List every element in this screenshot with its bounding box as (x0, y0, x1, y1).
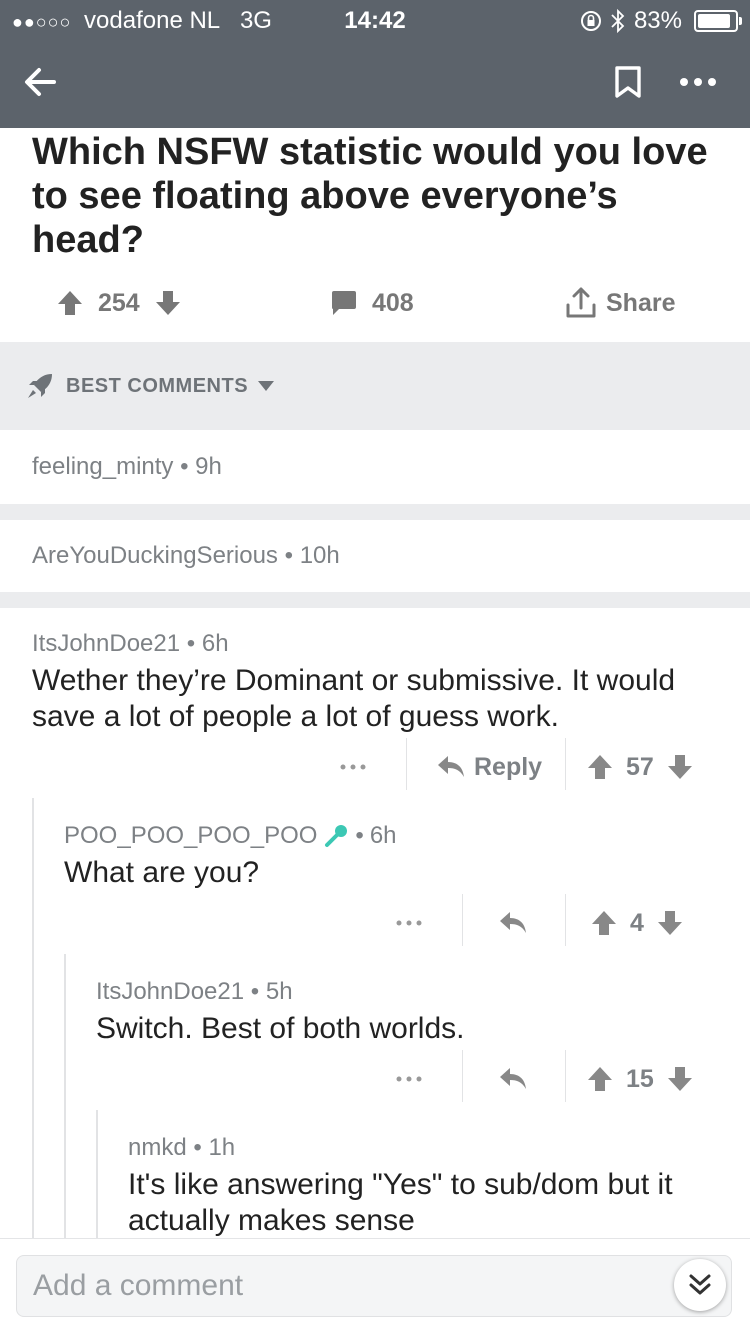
double-chevron-down-icon (689, 1274, 711, 1295)
more-horizontal-icon (396, 920, 422, 926)
microphone-icon (325, 825, 348, 847)
comment-author[interactable]: POO_POO_POO_POO (64, 822, 317, 850)
toolbar-divider (565, 1050, 566, 1102)
collapse-threads-button[interactable] (674, 1259, 726, 1311)
sort-label: BEST COMMENTS (66, 374, 249, 397)
comment-meta: ItsJohnDoe21 • 6h (32, 630, 229, 657)
comment-score: 15 (626, 1064, 654, 1093)
status-right: 83% (580, 6, 742, 36)
comment-age: 6h (201, 630, 229, 657)
comments-count-button[interactable]: 408 (330, 280, 414, 326)
comment-count: 408 (372, 288, 414, 317)
rocket-icon (28, 374, 52, 398)
comment-age: 5h (265, 978, 293, 1005)
comment-vote-group: 57 (586, 742, 694, 792)
downvote-icon[interactable] (154, 289, 182, 317)
post-score: 254 (98, 288, 140, 317)
share-button[interactable]: Share (564, 280, 675, 326)
upvote-icon[interactable] (586, 1065, 614, 1093)
downvote-icon[interactable] (666, 753, 694, 781)
comment-composer: Add a comment (0, 1238, 750, 1335)
reply-button[interactable]: Reply (436, 742, 542, 792)
comment-bubble-icon (332, 291, 356, 315)
post-title: Which NSFW statistic would you love to s… (32, 131, 708, 261)
comment-score: 4 (630, 908, 644, 937)
comment-score: 57 (626, 752, 654, 781)
comment-vote-group: 4 (590, 898, 684, 948)
collapsed-comment[interactable]: feeling_minty • 9h (0, 430, 750, 504)
battery-icon (694, 10, 742, 32)
comment-meta: ItsJohnDoe21 • 5h (96, 978, 293, 1005)
bluetooth-icon (611, 8, 625, 34)
comment-vote-group: 15 (586, 1054, 694, 1104)
comment-body: Switch. Best of both worlds. (96, 1012, 465, 1045)
bookmark-button[interactable] (604, 58, 652, 106)
comment-input[interactable]: Add a comment (16, 1255, 732, 1317)
post-vote-group: 254 (56, 280, 182, 326)
comment-age: 1h (208, 1134, 236, 1161)
comment-meta: POO_POO_POO_POO • 6h (64, 822, 397, 850)
comment-separator (0, 504, 750, 520)
comment-meta: AreYouDuckingSerious • 10h (32, 542, 340, 569)
comment-more-button[interactable] (396, 898, 422, 948)
comment-meta: nmkd • 1h (128, 1134, 236, 1161)
toolbar-divider (565, 738, 566, 790)
comment-author[interactable]: ItsJohnDoe21 (96, 978, 244, 1005)
upvote-icon[interactable] (590, 909, 618, 937)
more-horizontal-icon (340, 764, 366, 770)
comment-toolbar: 4 (0, 894, 750, 948)
comment-age: 6h (369, 822, 397, 849)
reply-button[interactable] (498, 1054, 528, 1104)
bookmark-icon (615, 66, 641, 98)
toolbar-divider (565, 894, 566, 946)
comment-meta: feeling_minty • 9h (32, 453, 222, 480)
upvote-icon[interactable] (56, 289, 84, 317)
comment-author[interactable]: nmkd (128, 1134, 187, 1161)
comment-more-button[interactable] (396, 1054, 422, 1104)
top-bar: ●●○○○ vodafone NL 3G 14:42 83% (0, 0, 750, 128)
upvote-icon[interactable] (586, 753, 614, 781)
downvote-icon[interactable] (666, 1065, 694, 1093)
comment-body: It's like answering "Yes" to sub/dom but… (128, 1168, 673, 1237)
toolbar-divider (406, 738, 407, 790)
post-actions: 254 408 Share (0, 280, 750, 330)
reply-icon (438, 756, 464, 777)
back-button[interactable] (16, 58, 64, 106)
more-horizontal-icon (396, 1076, 422, 1082)
more-horizontal-icon (680, 78, 716, 86)
thread-line (32, 798, 34, 1238)
comment-author[interactable]: ItsJohnDoe21 (32, 630, 180, 657)
comment-body: What are you? (64, 856, 260, 889)
comment-body: Wether they’re Dominant or submissive. I… (32, 664, 676, 733)
comment-more-button[interactable] (340, 742, 366, 792)
toolbar-divider (462, 1050, 463, 1102)
reply-label: Reply (474, 752, 543, 781)
downvote-icon[interactable] (656, 909, 684, 937)
battery-percent: 83% (633, 7, 682, 34)
comment-toolbar: Reply 57 (0, 738, 750, 792)
collapsed-comment[interactable]: AreYouDuckingSerious • 10h (0, 520, 750, 592)
reply-icon (500, 912, 526, 933)
toolbar-divider (462, 894, 463, 946)
comment-toolbar: 15 (0, 1050, 750, 1104)
comment-separator (0, 592, 750, 608)
rotation-lock-icon (580, 11, 601, 31)
more-button[interactable] (670, 58, 726, 106)
reply-button[interactable] (498, 898, 528, 948)
sort-bar[interactable]: BEST COMMENTS (0, 342, 750, 430)
arrow-left-icon (25, 68, 56, 96)
reply-icon (500, 1068, 526, 1089)
share-icon (566, 287, 596, 318)
chevron-down-icon (258, 381, 275, 391)
share-label: Share (606, 288, 676, 317)
thread-line (96, 1110, 98, 1238)
